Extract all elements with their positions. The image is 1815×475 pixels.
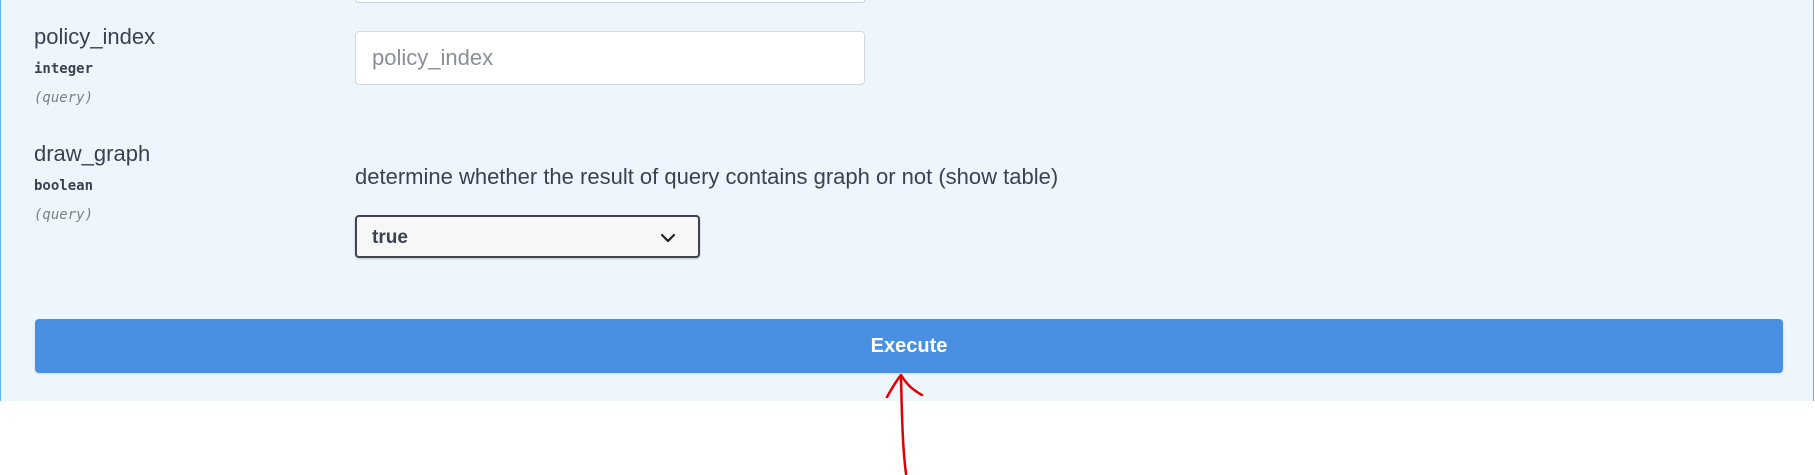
draw-graph-select[interactable]: true bbox=[355, 215, 700, 258]
param-type-draw-graph: boolean bbox=[34, 178, 94, 194]
draw-graph-selected-value: true bbox=[372, 227, 408, 248]
chevron-down-icon bbox=[660, 233, 676, 243]
execute-button[interactable]: Execute bbox=[35, 319, 1783, 373]
param-location-draw-graph: (query) bbox=[34, 207, 94, 223]
param-type-policy-index: integer bbox=[34, 61, 94, 77]
policy-index-input[interactable] bbox=[355, 31, 865, 85]
param-name-policy-index: policy_index bbox=[34, 24, 156, 49]
param-location-policy-index: (query) bbox=[34, 90, 94, 106]
previous-input-bottom-edge bbox=[355, 0, 865, 3]
param-description-draw-graph: determine whether the result of query co… bbox=[355, 164, 1059, 189]
parameters-panel: policy_index integer (query) draw_graph … bbox=[0, 0, 1814, 401]
param-name-draw-graph: draw_graph bbox=[34, 141, 151, 166]
